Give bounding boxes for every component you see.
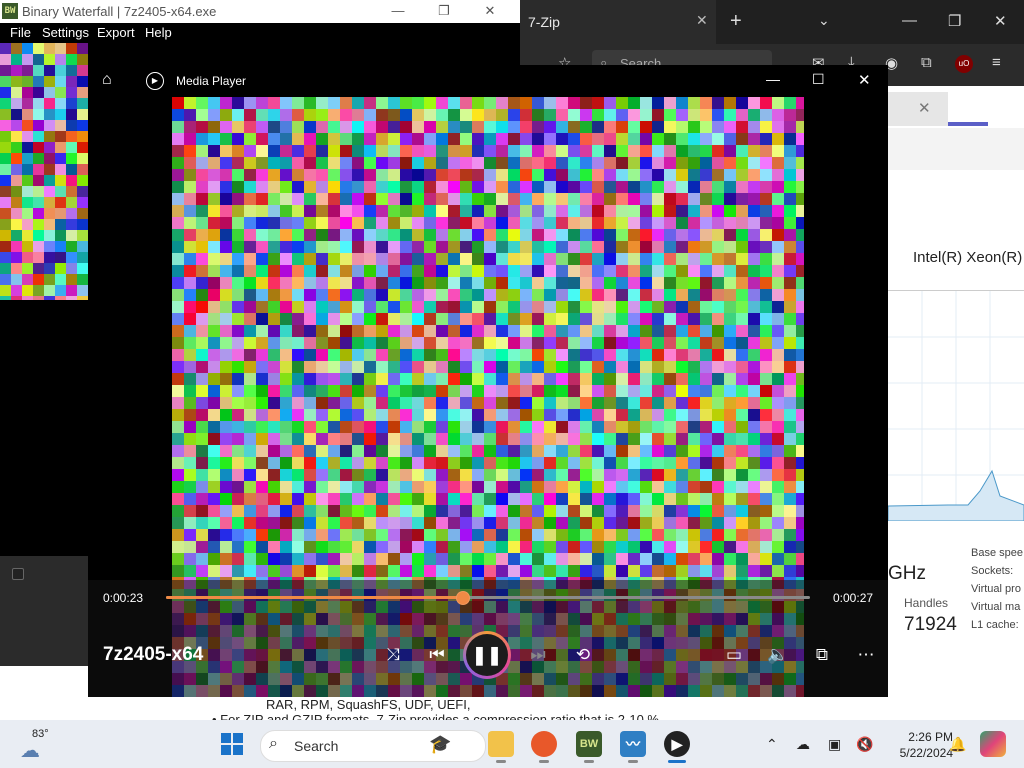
total-time: 0:00:27 [833, 591, 874, 605]
media-name: 7z2405-x64 [103, 644, 204, 665]
tab-list-chevron-icon[interactable]: ⌄ [818, 12, 830, 29]
binary-waterfall-title: Binary Waterfall | 7z2405-x64.exe [22, 4, 217, 19]
browser-tab-title: 7-Zip [528, 14, 560, 30]
menu-help[interactable]: Help [145, 25, 172, 40]
app-indicator [496, 760, 506, 763]
clock-date: 5/22/2024 [899, 746, 953, 760]
cpu-specs-list: Base spee Sockets: Virtual pro Virtual m… [971, 544, 1023, 634]
start-button[interactable] [221, 733, 243, 755]
taskbar-search[interactable]: ⌕ Search 🎓 [260, 730, 486, 762]
spec-virtual-processors: Virtual pro [971, 583, 1021, 595]
close-tab-icon[interactable]: ✕ [696, 12, 708, 29]
new-tab-icon[interactable]: + [730, 10, 742, 33]
next-track-icon[interactable]: ⏭ [523, 640, 553, 670]
playback-slider-handle[interactable] [12, 568, 24, 580]
app-indicator [539, 760, 549, 763]
media-player-taskbar-icon[interactable]: ▶ [664, 731, 690, 757]
mosaic-svg [0, 43, 88, 300]
copilot-icon[interactable] [980, 731, 1006, 757]
mp-maximize-button[interactable]: ☐ [812, 71, 825, 88]
close-button[interactable]: ✕ [467, 0, 513, 23]
app-indicator [584, 760, 594, 763]
previous-track-icon[interactable]: ⏮ [422, 640, 452, 670]
cpu-speed-unit: GHz [888, 563, 926, 584]
handles-value: 71924 [904, 614, 957, 635]
pause-icon: ❚❚ [466, 634, 508, 676]
mp-minimize-button[interactable]: — [766, 71, 780, 87]
subtitles-icon[interactable]: ▭ [719, 640, 749, 670]
current-time: 0:00:23 [103, 591, 144, 605]
spec-base-speed: Base spee [971, 547, 1023, 559]
minimize-button[interactable]: — [375, 0, 421, 23]
browser-close-button[interactable]: ✕ [994, 12, 1007, 30]
article-line: • For ZIP and GZIP formats, 7-Zip provid… [212, 712, 659, 720]
binary-waterfall-titlebar[interactable]: BW Binary Waterfall | 7z2405-x64.exe — ❐… [0, 0, 520, 23]
show-hidden-icons-chevron-icon[interactable]: ⌃ [766, 736, 778, 753]
speaker-icon[interactable]: 🔇 [856, 736, 873, 753]
seek-bar-progress [166, 596, 463, 599]
start-logo-tile [233, 733, 243, 743]
cpu-usage-graph [888, 290, 1024, 521]
taskbar-search-label: Search [294, 738, 339, 754]
clock-time: 2:26 PM [908, 730, 953, 744]
file-explorer-icon[interactable] [488, 731, 514, 757]
binary-waterfall-taskbar-icon[interactable]: BW [576, 731, 602, 757]
binary-waterfall-logo-icon: BW [2, 3, 18, 19]
media-player-title: Media Player [176, 74, 247, 88]
ublock-icon[interactable]: uO [955, 55, 973, 73]
home-icon[interactable]: ⌂ [102, 71, 112, 89]
miniplayer-icon[interactable]: ⧉ [807, 640, 837, 670]
volume-icon[interactable]: 🔈 [763, 640, 793, 670]
menu-hamburger-icon[interactable]: ≡ [992, 54, 1001, 71]
start-logo-tile [233, 745, 243, 755]
app-indicator-active [668, 760, 686, 763]
media-player-logo-icon: ▶ [146, 72, 164, 90]
waterfall-visualization [0, 43, 88, 300]
spec-virtual-machine: Virtual ma [971, 601, 1021, 613]
browser-minimize-button[interactable]: — [902, 12, 917, 29]
handles-label: Handles [904, 596, 949, 610]
repeat-icon[interactable]: ⟲ [568, 640, 598, 670]
pause-button[interactable]: ❚❚ [463, 631, 511, 679]
graduation-cap-icon: 🎓 [429, 734, 452, 754]
firefox-icon[interactable] [531, 731, 557, 757]
start-logo-tile [221, 745, 231, 755]
shuffle-icon[interactable]: ⤨ [378, 640, 408, 670]
maximize-button[interactable]: ❐ [421, 0, 467, 23]
extensions-icon[interactable]: ⧉ [921, 54, 932, 71]
notification-bell-icon[interactable]: 🔔 [949, 736, 966, 753]
browser-tab[interactable]: 7-Zip ✕ [520, 0, 716, 44]
network-icon[interactable]: ☁ [796, 736, 810, 753]
mp-close-button[interactable]: ✕ [858, 71, 871, 89]
spec-sockets: Sockets: [971, 565, 1014, 577]
search-icon: ⌕ [269, 735, 278, 752]
close-icon[interactable]: ✕ [918, 99, 931, 117]
start-logo-tile [221, 733, 231, 743]
menu-settings[interactable]: Settings [42, 25, 89, 40]
binary-waterfall-menubar: File Settings Export Help [0, 23, 520, 43]
weather-icon[interactable]: ☁ [20, 738, 40, 763]
page-header-area [888, 128, 1024, 170]
more-options-icon[interactable]: ⋯ [851, 640, 881, 670]
display-icon[interactable]: ▣ [828, 736, 841, 753]
task-manager-icon[interactable]: 〰 [620, 731, 646, 757]
browser-maximize-button[interactable]: ❐ [948, 12, 961, 30]
spec-l1-cache: L1 cache: [971, 619, 1019, 631]
article-text: RAR, RPM, SquashFS, UDF, UEFI, • For ZIP… [160, 697, 888, 720]
tab-indicator [948, 122, 988, 126]
menu-export[interactable]: Export [97, 25, 135, 40]
article-line: RAR, RPM, SquashFS, UDF, UEFI, [266, 697, 471, 712]
app-indicator [628, 760, 638, 763]
menu-file[interactable]: File [10, 25, 31, 40]
cpu-name: Intel(R) Xeon(R) [913, 249, 1023, 266]
cpu-graph-svg [888, 291, 1024, 521]
system-clock[interactable]: 2:26 PM 5/22/2024 [893, 729, 953, 761]
